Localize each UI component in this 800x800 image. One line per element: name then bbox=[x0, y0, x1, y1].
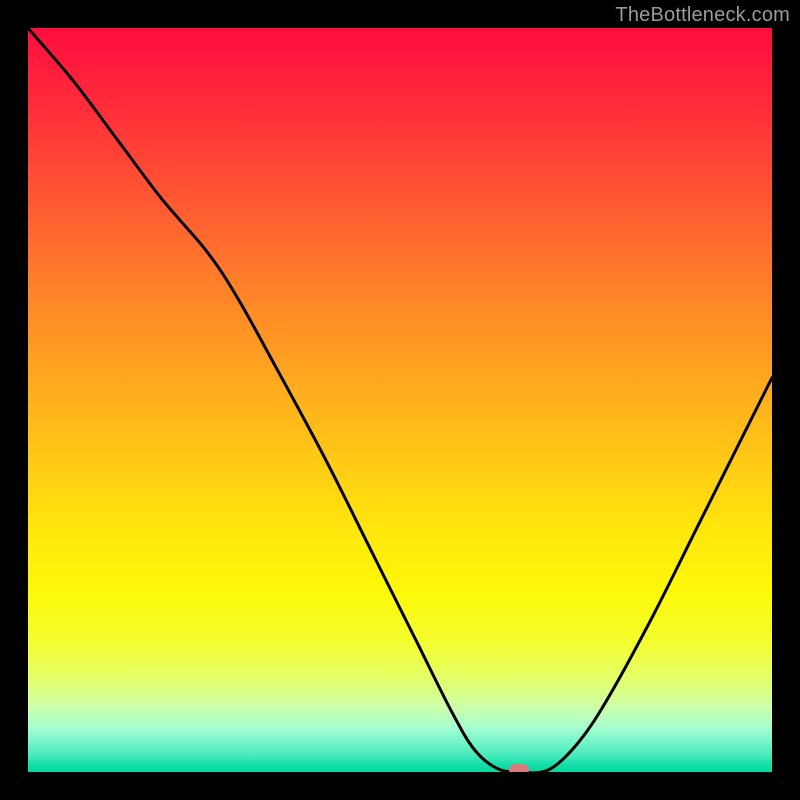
plot-area bbox=[28, 28, 772, 772]
optimal-marker bbox=[509, 764, 529, 772]
bottleneck-curve bbox=[28, 28, 772, 772]
watermark-text: TheBottleneck.com bbox=[615, 4, 790, 27]
chart-frame: TheBottleneck.com bbox=[0, 0, 800, 800]
